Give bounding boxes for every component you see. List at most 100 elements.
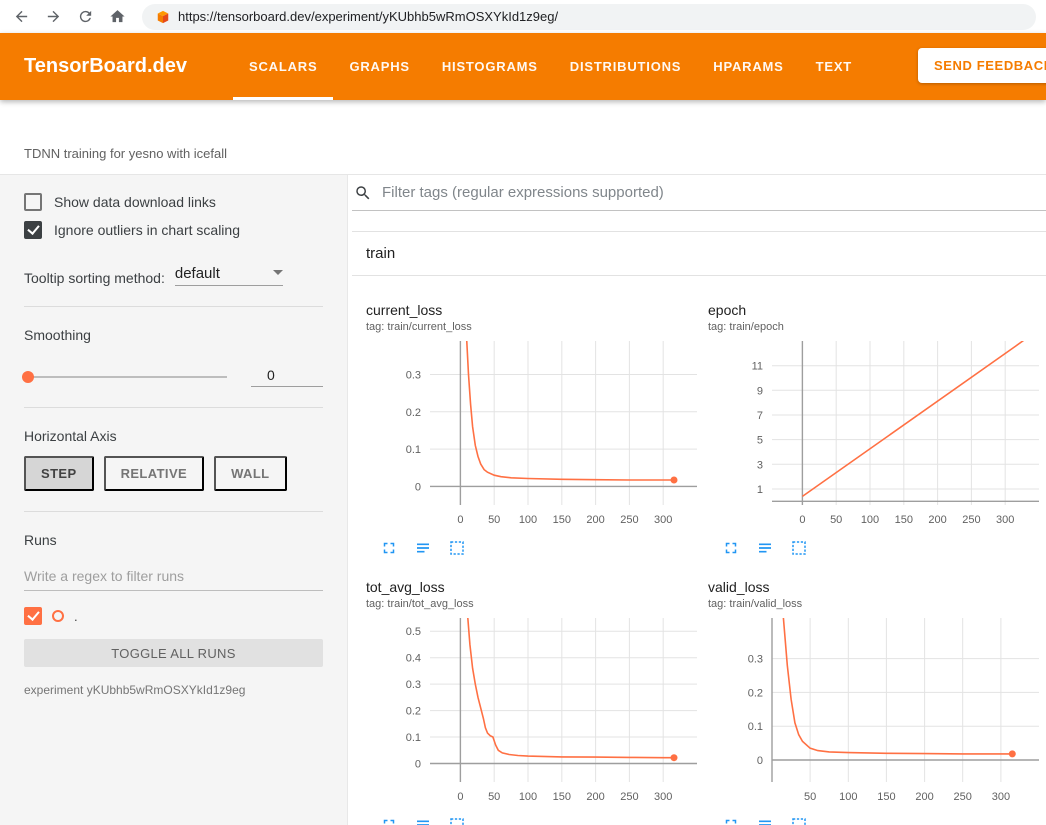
- horizontal-axis-label: Horizontal Axis: [24, 428, 323, 444]
- tab-histograms[interactable]: HISTOGRAMS: [426, 33, 554, 100]
- axis-wall-button[interactable]: WALL: [214, 456, 286, 491]
- svg-text:250: 250: [954, 791, 972, 803]
- line-chart[interactable]: 0501001502002503001357911: [708, 335, 1044, 533]
- show-download-links-checkbox[interactable]: [24, 193, 42, 211]
- svg-text:300: 300: [992, 791, 1010, 803]
- svg-text:1: 1: [757, 484, 763, 496]
- tooltip-sorting-value: default: [175, 265, 220, 282]
- fit-domain-icon[interactable]: [448, 816, 466, 825]
- address-bar[interactable]: https://tensorboard.dev/experiment/yKUbh…: [142, 4, 1036, 30]
- chart-title: epoch: [708, 302, 1044, 318]
- svg-text:5: 5: [757, 435, 763, 447]
- svg-text:100: 100: [519, 791, 537, 803]
- smoothing-value-input[interactable]: 0: [251, 367, 323, 387]
- horizontal-lines-icon[interactable]: [756, 816, 774, 825]
- chart-toolbar: [722, 539, 1044, 557]
- svg-text:0.2: 0.2: [406, 407, 421, 419]
- chart-title: valid_loss: [708, 579, 1044, 595]
- back-icon[interactable]: [6, 3, 36, 31]
- fullscreen-icon[interactable]: [722, 539, 740, 557]
- tab-scalars[interactable]: SCALARS: [233, 33, 333, 100]
- axis-step-button[interactable]: STEP: [24, 456, 94, 491]
- axis-relative-button[interactable]: RELATIVE: [104, 456, 205, 491]
- scalar-chart-card: valid_loss tag: train/valid_loss 50 100 15…: [708, 579, 1044, 825]
- svg-text:9: 9: [757, 385, 763, 397]
- smoothing-label: Smoothing: [24, 327, 323, 343]
- svg-text:11: 11: [752, 361, 763, 373]
- tooltip-sorting-select[interactable]: default: [175, 265, 283, 286]
- ignore-outliers-checkbox[interactable]: [24, 221, 42, 239]
- svg-text:0.1: 0.1: [406, 732, 421, 744]
- horizontal-lines-icon[interactable]: [756, 539, 774, 557]
- train-section-header[interactable]: train: [352, 232, 1046, 276]
- send-feedback-button[interactable]: SEND FEEDBACK: [918, 48, 1046, 83]
- chart-tag: tag: train/tot_avg_loss: [366, 598, 702, 610]
- svg-text:0.1: 0.1: [748, 721, 763, 733]
- filter-tags-input[interactable]: [382, 184, 1046, 201]
- runs-label: Runs: [24, 532, 323, 548]
- svg-text:200: 200: [586, 514, 604, 526]
- runs-filter-input[interactable]: [24, 562, 323, 591]
- chart-tag: tag: train/valid_loss: [708, 598, 1044, 610]
- experiment-title: TDNN training for yesno with icefall: [24, 146, 227, 161]
- svg-text:200: 200: [586, 791, 604, 803]
- fit-domain-icon[interactable]: [448, 539, 466, 557]
- svg-text:300: 300: [654, 514, 672, 526]
- line-chart[interactable]: 5010015020025030000.10.20.3: [708, 612, 1044, 810]
- svg-text:0.5: 0.5: [406, 626, 421, 638]
- ignore-outliers-label: Ignore outliers in chart scaling: [54, 222, 240, 238]
- tensorboard-logo[interactable]: TensorBoard.dev: [24, 55, 187, 78]
- tab-hparams[interactable]: HPARAMS: [697, 33, 799, 100]
- svg-text:0: 0: [415, 759, 421, 771]
- horizontal-lines-icon[interactable]: [414, 816, 432, 825]
- toggle-all-runs-button[interactable]: TOGGLE ALL RUNS: [24, 639, 323, 667]
- svg-text:50: 50: [804, 791, 816, 803]
- experiment-id-text: experiment yKUbhb5wRmOSXYkId1z9eg: [24, 683, 323, 697]
- fit-domain-icon[interactable]: [790, 816, 808, 825]
- chart-toolbar: [722, 816, 1044, 825]
- tab-text[interactable]: TEXT: [800, 33, 868, 100]
- tab-distributions[interactable]: DISTRIBUTIONS: [554, 33, 698, 100]
- svg-text:0: 0: [799, 514, 805, 526]
- charts-grid: current_loss tag: train/current_loss 050…: [352, 276, 1046, 825]
- svg-text:250: 250: [620, 791, 638, 803]
- search-icon: [354, 184, 372, 202]
- fullscreen-icon[interactable]: [380, 539, 398, 557]
- tooltip-sorting-label: Tooltip sorting method:: [24, 270, 165, 286]
- svg-text:0.2: 0.2: [748, 687, 763, 699]
- tab-graphs[interactable]: GRAPHS: [333, 33, 425, 100]
- reload-icon[interactable]: [70, 3, 100, 31]
- fit-domain-icon[interactable]: [790, 539, 808, 557]
- chart-tag: tag: train/epoch: [708, 321, 1044, 333]
- settings-sidebar: Show data download links Ignore outliers…: [0, 175, 348, 825]
- scalar-chart-card: tot_avg_loss tag: train/tot_avg_loss 050…: [366, 579, 702, 825]
- svg-text:150: 150: [553, 791, 571, 803]
- filter-tags-row: [352, 175, 1046, 211]
- svg-text:250: 250: [620, 514, 638, 526]
- svg-text:7: 7: [757, 410, 763, 422]
- chart-toolbar: [380, 539, 702, 557]
- line-chart[interactable]: 05010015020025030000.10.20.30.40.5: [366, 612, 702, 810]
- svg-text:300: 300: [654, 791, 672, 803]
- svg-text:50: 50: [488, 514, 500, 526]
- svg-text:0.3: 0.3: [748, 654, 763, 666]
- smoothing-slider[interactable]: [24, 376, 227, 378]
- svg-text:0: 0: [457, 791, 463, 803]
- home-icon[interactable]: [102, 3, 132, 31]
- divider: [24, 306, 323, 307]
- svg-text:0.3: 0.3: [406, 679, 421, 691]
- subheader: TDNN training for yesno with icefall: [0, 100, 1046, 174]
- fullscreen-icon[interactable]: [380, 816, 398, 825]
- scalar-chart-card: current_loss tag: train/current_loss 050…: [366, 302, 702, 557]
- line-chart[interactable]: 05010015020025030000.10.20.3: [366, 335, 702, 533]
- svg-text:150: 150: [877, 791, 895, 803]
- smoothing-slider-thumb[interactable]: [22, 371, 34, 383]
- run-name: .: [74, 609, 78, 624]
- run-checkbox[interactable]: [24, 607, 42, 625]
- svg-text:0.1: 0.1: [406, 444, 421, 456]
- forward-icon[interactable]: [38, 3, 68, 31]
- svg-text:100: 100: [839, 791, 857, 803]
- horizontal-lines-icon[interactable]: [414, 539, 432, 557]
- svg-text:0.3: 0.3: [406, 370, 421, 382]
- fullscreen-icon[interactable]: [722, 816, 740, 825]
